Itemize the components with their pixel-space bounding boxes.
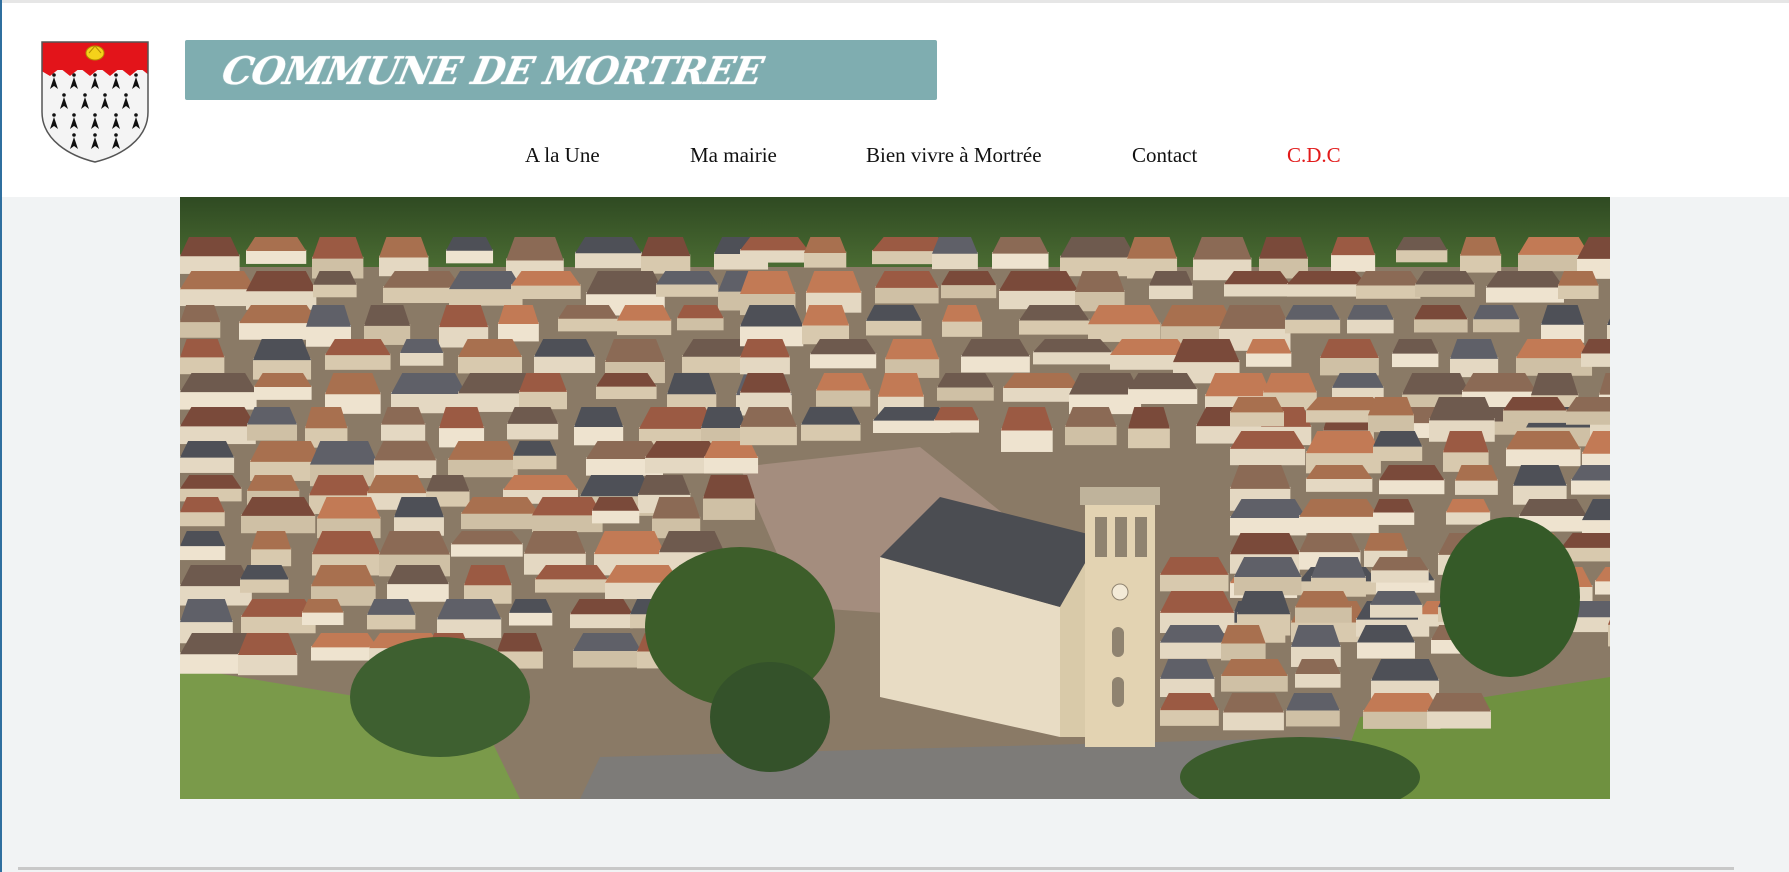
- main-nav: A la Une Ma mairie Bien vivre à Mortrée …: [2, 143, 1789, 183]
- nav-item-a-la-une[interactable]: A la Une: [525, 143, 600, 168]
- site-header: COMMUNE DE MORTREE A la Une Ma mairie Bi…: [2, 3, 1789, 197]
- hero-aerial-photo: [180, 197, 1610, 799]
- nav-item-bien-vivre[interactable]: Bien vivre à Mortrée: [866, 143, 1042, 168]
- site-title: COMMUNE DE MORTREE: [218, 47, 767, 93]
- nav-item-contact[interactable]: Contact: [1132, 143, 1197, 168]
- page: COMMUNE DE MORTREE A la Une Ma mairie Bi…: [0, 0, 1789, 872]
- page-divider: [18, 867, 1734, 870]
- nav-item-cdc[interactable]: C.D.C: [1287, 143, 1341, 168]
- site-title-banner[interactable]: COMMUNE DE MORTREE: [185, 40, 937, 100]
- nav-item-ma-mairie[interactable]: Ma mairie: [690, 143, 777, 168]
